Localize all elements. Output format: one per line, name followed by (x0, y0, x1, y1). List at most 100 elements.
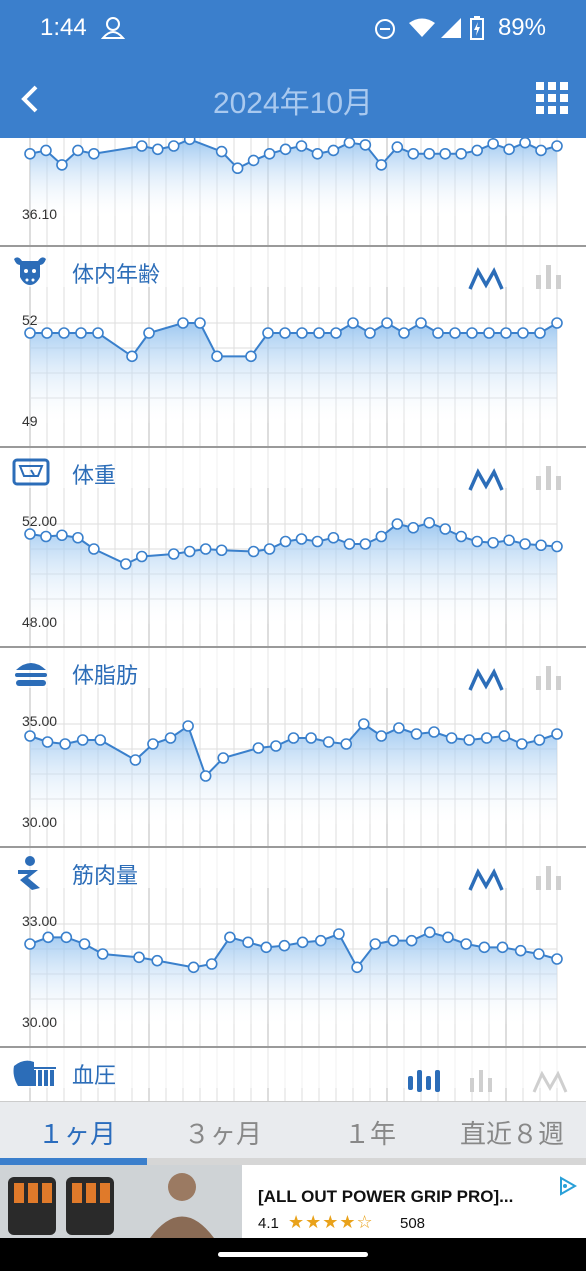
data-point (463, 734, 475, 746)
data-point (199, 543, 212, 555)
data-point (279, 143, 292, 156)
y-max-label: 33.00 (22, 913, 58, 929)
data-point (415, 317, 427, 329)
bar-chart-icon (536, 275, 541, 289)
data-point (364, 327, 376, 339)
section-divider (0, 646, 586, 648)
data-point (287, 732, 300, 744)
grid-menu-icon[interactable] (536, 82, 568, 114)
ad-banner[interactable]: [ALL OUT POWER GRIP PRO]... 4.1 ★★★★☆ 50… (0, 1165, 586, 1238)
data-point (215, 145, 228, 158)
data-point (423, 926, 436, 939)
data-point (551, 728, 563, 740)
data-point (551, 140, 563, 152)
bar-chart-icon (470, 1078, 474, 1092)
bar-chart-icon (536, 876, 541, 890)
system-nav-bar (0, 1238, 586, 1271)
data-point (167, 140, 180, 152)
data-point (483, 327, 495, 339)
data-point (129, 754, 142, 766)
tab-recent-8-weeks[interactable]: 直近８週 (460, 1114, 564, 1151)
y-min-label: 49 (22, 413, 38, 429)
data-point (247, 154, 260, 167)
data-point (313, 327, 325, 339)
data-point (147, 738, 159, 750)
ad-image[interactable] (0, 1165, 242, 1238)
series-area (30, 323, 557, 423)
ad-title[interactable]: [ALL OUT POWER GRIP PRO]... (258, 1187, 513, 1207)
data-point (305, 732, 317, 744)
data-point (514, 944, 527, 957)
chart-list[interactable]: 36.10 体内年齢 52 49 体重 52.00 48.00 体脂肪 35.00 30.00 筋肉… (0, 138, 586, 1101)
notification-icon (100, 17, 126, 39)
data-point (357, 718, 370, 730)
tab-indicator (0, 1158, 586, 1165)
data-point (460, 938, 472, 950)
data-point (423, 516, 436, 529)
data-point (59, 738, 71, 750)
bp-bar-icon (408, 1076, 413, 1090)
bar-chart-icon (556, 476, 561, 490)
data-point (183, 138, 196, 146)
data-point (551, 317, 563, 329)
data-point (327, 531, 340, 544)
data-point (58, 327, 70, 339)
data-point (88, 147, 100, 160)
data-point (407, 521, 420, 534)
bar-chart-icon (479, 1070, 483, 1092)
data-point (40, 144, 52, 157)
data-point (500, 327, 512, 339)
data-point (199, 770, 212, 782)
data-point (381, 317, 393, 329)
data-point (217, 752, 230, 764)
data-point (296, 936, 309, 949)
data-point (260, 941, 273, 954)
data-point (183, 545, 196, 558)
data-point (245, 350, 257, 363)
status-bar: 1:44 89% (0, 0, 586, 58)
data-point (391, 141, 404, 153)
bar-chart-icon (556, 275, 561, 289)
data-point (439, 147, 452, 160)
bar-chart-icon (546, 666, 551, 690)
data-point (135, 550, 148, 563)
data-point (242, 936, 254, 949)
data-point (480, 732, 493, 744)
data-point (215, 544, 228, 557)
section-divider (0, 846, 586, 848)
data-point (263, 543, 276, 555)
data-point (41, 736, 54, 748)
bar-chart-icon (536, 476, 541, 490)
data-point (466, 327, 478, 339)
ad-choices-icon[interactable] (556, 1175, 578, 1197)
chart-title-weight: 体重 (72, 464, 117, 489)
data-point (428, 726, 440, 738)
y-min-label: 30.00 (22, 814, 58, 830)
wifi-icon (409, 18, 435, 37)
data-point (439, 523, 452, 535)
data-point (279, 535, 292, 548)
y-max-label: 52 (22, 312, 38, 328)
signal-icon (441, 18, 461, 38)
data-point (75, 327, 87, 339)
data-point (551, 540, 563, 553)
data-point (471, 144, 483, 157)
data-point (24, 938, 36, 950)
data-point (295, 140, 308, 152)
tab-3-months[interactable]: ３ヶ月 (184, 1114, 262, 1151)
period-tabs: １ヶ月 ３ヶ月 １年 直近８週 (0, 1101, 586, 1159)
bp-bar-icon (426, 1076, 431, 1090)
battery-percent: 89% (497, 14, 546, 41)
data-point (224, 931, 236, 944)
data-point (56, 159, 68, 171)
data-point (393, 722, 405, 734)
data-point (164, 732, 177, 744)
data-point (503, 143, 515, 156)
home-gesture-bar[interactable] (218, 1252, 368, 1257)
tab-1-year[interactable]: １年 (344, 1114, 396, 1151)
data-point (455, 147, 467, 160)
tab-1-month[interactable]: １ヶ月 (38, 1114, 116, 1151)
data-point (94, 734, 107, 746)
data-point (151, 954, 164, 967)
data-point (533, 734, 546, 746)
